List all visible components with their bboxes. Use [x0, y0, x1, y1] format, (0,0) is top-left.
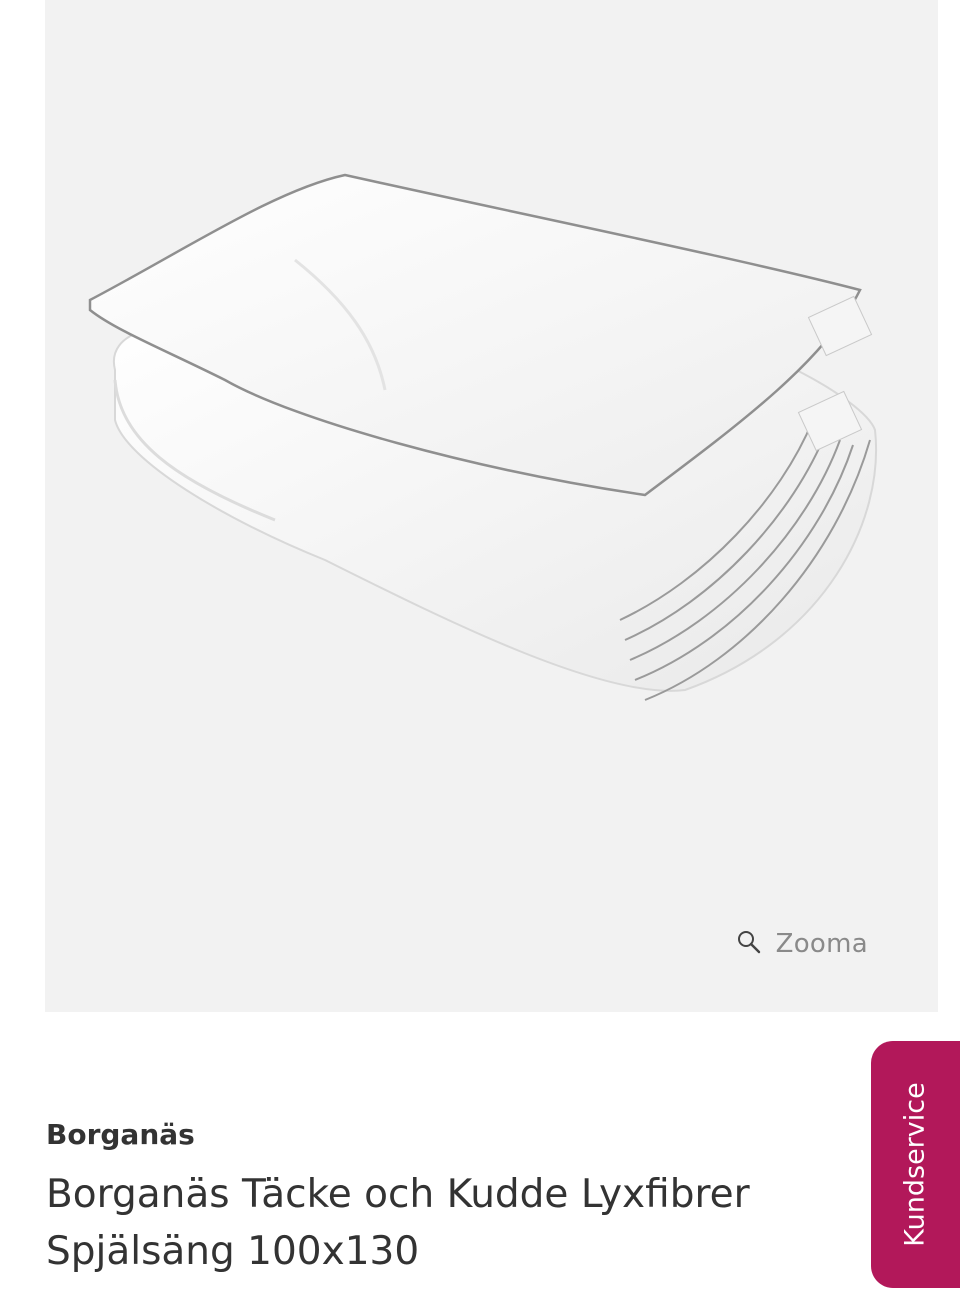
- product-title: Borganäs Täcke och Kudde Lyxfibrer Spjäl…: [46, 1172, 750, 1274]
- duvet-pillow-illustration: [88, 173, 877, 701]
- product-image[interactable]: Zooma: [45, 0, 938, 1012]
- zoom-button[interactable]: Zooma: [736, 929, 868, 959]
- magnifier-icon: [736, 931, 762, 957]
- customer-service-tab[interactable]: Kundservice: [871, 1041, 960, 1288]
- customer-service-label: Kundservice: [900, 1082, 932, 1247]
- zoom-label: Zooma: [775, 929, 868, 959]
- product-brand[interactable]: Borganäs: [46, 1118, 195, 1151]
